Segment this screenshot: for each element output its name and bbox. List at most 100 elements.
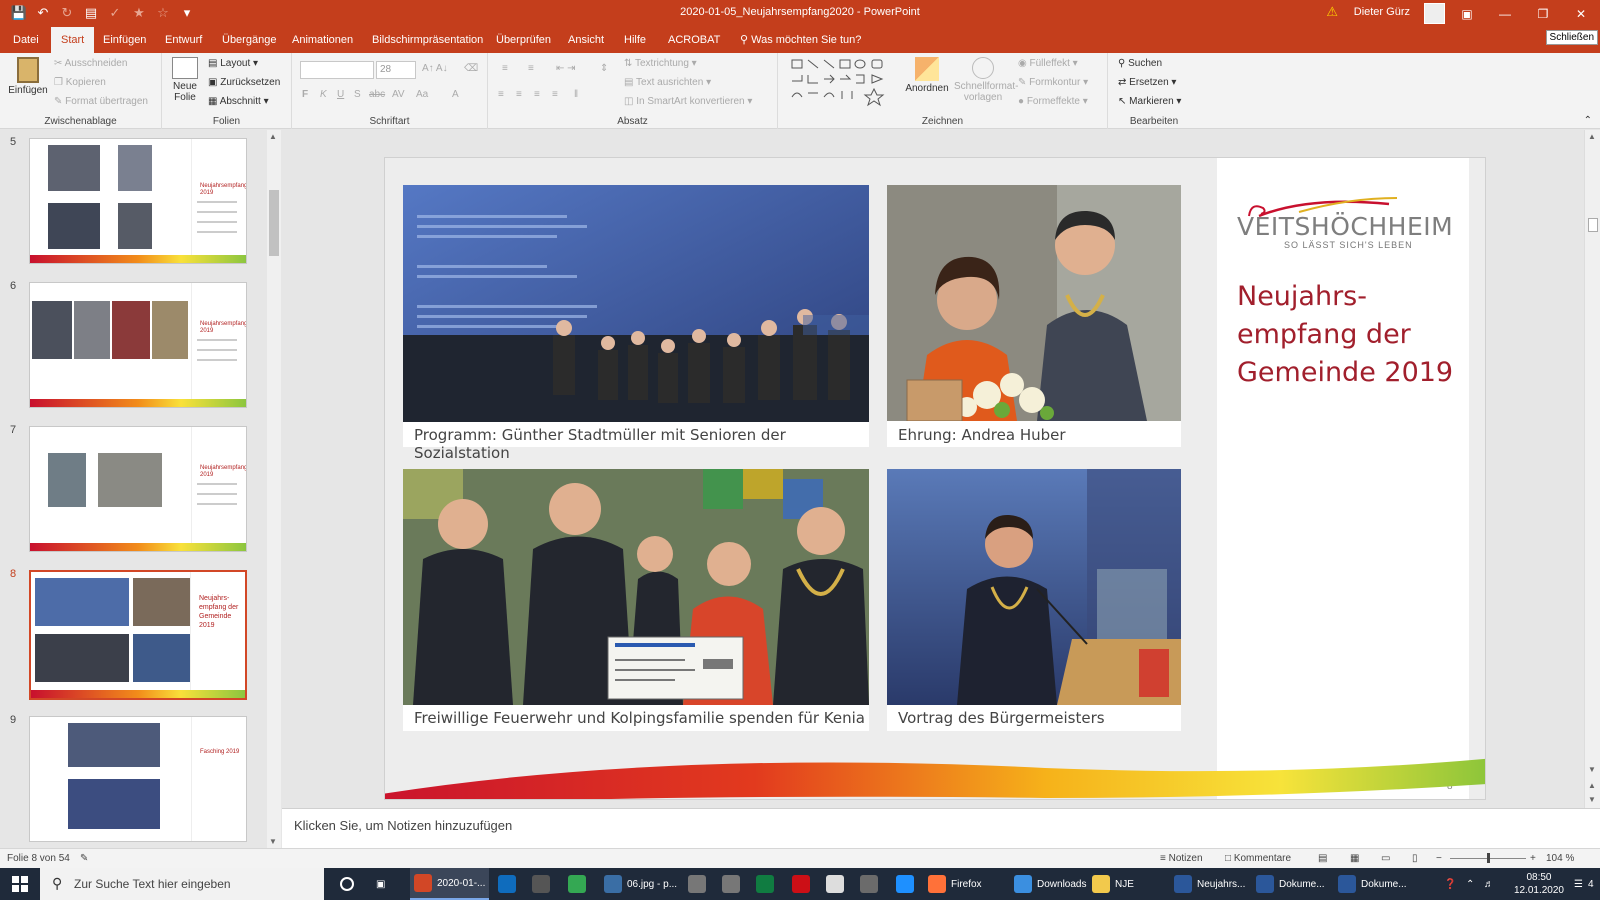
help-icon[interactable]: ❓ (1440, 868, 1460, 900)
cut-button[interactable]: ✂ Ausschneiden (54, 58, 127, 69)
format-painter-button[interactable]: ✎ Format übertragen (54, 96, 148, 107)
taskbar-app-button[interactable] (752, 868, 778, 900)
align-text-button[interactable]: ▤ Text ausrichten ▾ (624, 77, 711, 88)
taskbar-clock[interactable]: 08:50 12.01.2020 (1514, 871, 1564, 897)
notification-center-icon[interactable]: ☰ 4 (1570, 868, 1598, 900)
smartart-button[interactable]: ◫ In SmartArt konvertieren ▾ (624, 96, 752, 107)
bullets-icon[interactable]: ≡ (502, 63, 508, 74)
slide-title-panel[interactable]: VEITSHÖCHHEIM SO LÄSST SICH'S LEBEN Neuj… (1217, 158, 1469, 799)
shadow-icon[interactable]: S (354, 89, 361, 100)
taskbar-app-button[interactable] (494, 868, 520, 900)
paste-button[interactable]: Einfügen (6, 57, 50, 96)
tab-uebergaenge[interactable]: Übergänge (212, 27, 286, 53)
collapse-ribbon-icon[interactable]: ⌃ (1584, 115, 1592, 126)
slide-thumbnail-pane[interactable]: 5 Neujahrsempfang 2019 6 Neujahrsempfang… (0, 130, 280, 848)
taskbar-app-button[interactable] (718, 868, 744, 900)
slide-title[interactable]: Neujahrs-empfang der Gemeinde 2019 (1237, 278, 1457, 392)
taskbar-app-button[interactable] (856, 868, 882, 900)
taskbar-app-button[interactable] (822, 868, 848, 900)
columns-icon[interactable]: ‖ (574, 89, 578, 100)
underline-icon[interactable]: U (337, 89, 344, 100)
slide-scrollbar[interactable]: ▲ ▼ ▲ ▼ (1584, 130, 1600, 808)
taskbar-app-button[interactable]: Firefox (924, 868, 986, 900)
cortana-icon[interactable] (336, 868, 358, 900)
change-case-icon[interactable]: Aa (416, 89, 428, 100)
font-name-field[interactable] (300, 61, 374, 79)
task-view-icon[interactable]: ▣ (372, 868, 389, 900)
warning-icon[interactable]: ⚠ (1326, 4, 1338, 20)
tab-bildschirmpraesentation[interactable]: Bildschirmpräsentation (362, 27, 493, 53)
zoom-in-icon[interactable]: + (1530, 853, 1536, 864)
tray-chevron-icon[interactable]: ⌃ (1462, 868, 1478, 900)
tab-hilfe[interactable]: Hilfe (614, 27, 656, 53)
notes-placeholder[interactable]: Klicken Sie, um Notizen hinzuzufügen (294, 818, 512, 833)
scroll-thumb[interactable] (269, 190, 279, 256)
taskbar-app-button[interactable] (564, 868, 590, 900)
minimize-icon[interactable]: — (1486, 0, 1524, 27)
shape-fill-button[interactable]: ◉ Fülleffekt ▾ (1018, 58, 1078, 69)
scroll-up-icon[interactable]: ▲ (269, 132, 277, 141)
scroll-down-icon[interactable]: ▼ (1588, 765, 1596, 774)
thumbnail-slide-8[interactable]: Neujahrs-empfang der Gemeinde 2019 (29, 570, 247, 700)
indent-icon[interactable]: ⇤ ⇥ (556, 63, 576, 74)
taskbar-app-button[interactable] (528, 868, 554, 900)
taskbar-app-button[interactable]: Downloads (1010, 868, 1090, 900)
restore-icon[interactable]: ❐ (1524, 0, 1562, 27)
scroll-down-icon[interactable]: ▼ (269, 837, 277, 846)
align-center-icon[interactable]: ≡ (516, 89, 522, 100)
italic-icon[interactable]: K (320, 89, 327, 100)
photo-donation[interactable]: Freiwillige Feuerwehr und Kolpingsfamili… (403, 469, 869, 731)
comments-button[interactable]: □ Kommentare (1225, 853, 1291, 864)
zoom-level[interactable]: 104 % (1546, 853, 1574, 864)
tab-start[interactable]: Start (51, 27, 95, 53)
taskbar-app-button[interactable] (788, 868, 814, 900)
bold-icon[interactable]: F (302, 89, 308, 100)
thumbnail-scrollbar[interactable]: ▲ ▼ (267, 130, 281, 848)
taskbar-app-button[interactable]: Dokume... (1252, 868, 1329, 900)
avatar[interactable] (1424, 3, 1445, 24)
taskbar-app-button[interactable]: NJE (1088, 868, 1138, 900)
windows-start-button[interactable] (0, 868, 40, 900)
slideshow-icon[interactable]: ▯ (1412, 853, 1418, 864)
zoom-slider-thumb[interactable] (1487, 853, 1490, 863)
tab-animationen[interactable]: Animationen (282, 27, 363, 53)
numbering-icon[interactable]: ≡ (528, 63, 534, 74)
taskbar-app-button[interactable] (892, 868, 918, 900)
new-slide-button[interactable]: Neue Folie (168, 57, 202, 103)
justify-icon[interactable]: ≡ (552, 89, 558, 100)
text-direction-button[interactable]: ⇅ Textrichtung ▾ (624, 58, 697, 69)
shape-effects-button[interactable]: ● Formeffekte ▾ (1018, 96, 1088, 107)
slide-sorter-icon[interactable]: ▦ (1350, 853, 1359, 864)
taskbar-app-button[interactable]: 2020-01-... (410, 868, 490, 900)
photo-honor[interactable]: Ehrung: Andrea Huber (887, 185, 1181, 447)
photo-program[interactable]: Programm: Günther Stadtmüller mit Senior… (403, 185, 869, 462)
taskbar-app-button[interactable]: 06.jpg - p... (600, 868, 681, 900)
thumbnail-slide-6[interactable]: Neujahrsempfang 2019 (29, 282, 247, 408)
font-color-icon[interactable]: A (452, 89, 459, 100)
thumbnail-slide-7[interactable]: Neujahrsempfang 2019 (29, 426, 247, 552)
taskbar-app-button[interactable] (684, 868, 710, 900)
close-icon[interactable]: ✕ (1562, 0, 1600, 27)
reset-button[interactable]: ▣ Zurücksetzen (208, 77, 280, 88)
select-button[interactable]: ↖ Markieren ▾ (1118, 96, 1181, 107)
clear-format-icon[interactable]: ⌫ (464, 63, 478, 74)
align-left-icon[interactable]: ≡ (498, 89, 504, 100)
zoom-out-icon[interactable]: − (1436, 853, 1442, 864)
section-button[interactable]: ▦ Abschnitt ▾ (208, 96, 269, 107)
normal-view-icon[interactable]: ▤ (1318, 853, 1327, 864)
reading-view-icon[interactable]: ▭ (1381, 853, 1390, 864)
speaker-icon[interactable]: ♬ (1480, 868, 1498, 900)
strikethrough-icon[interactable]: abc (369, 89, 385, 100)
thumbnail-slide-5[interactable]: Neujahrsempfang 2019 (29, 138, 247, 264)
next-slide-icon[interactable]: ▼ (1588, 795, 1596, 804)
tab-ansicht[interactable]: Ansicht (558, 27, 614, 53)
tell-me-search[interactable]: ⚲ Was möchten Sie tun? (730, 27, 871, 53)
tab-datei[interactable]: Datei (3, 27, 49, 53)
photo-speech[interactable]: Vortrag des Bürgermeisters (887, 469, 1181, 731)
line-spacing-icon[interactable]: ⇕ (600, 63, 608, 74)
tab-einfuegen[interactable]: Einfügen (93, 27, 156, 53)
tab-acrobat[interactable]: ACROBAT (658, 27, 730, 53)
notes-button[interactable]: ≡ Notizen (1160, 853, 1203, 864)
quick-styles-button[interactable]: Schnellformat-vorlagen (954, 57, 1018, 103)
layout-button[interactable]: ▤ Layout ▾ (208, 58, 258, 69)
